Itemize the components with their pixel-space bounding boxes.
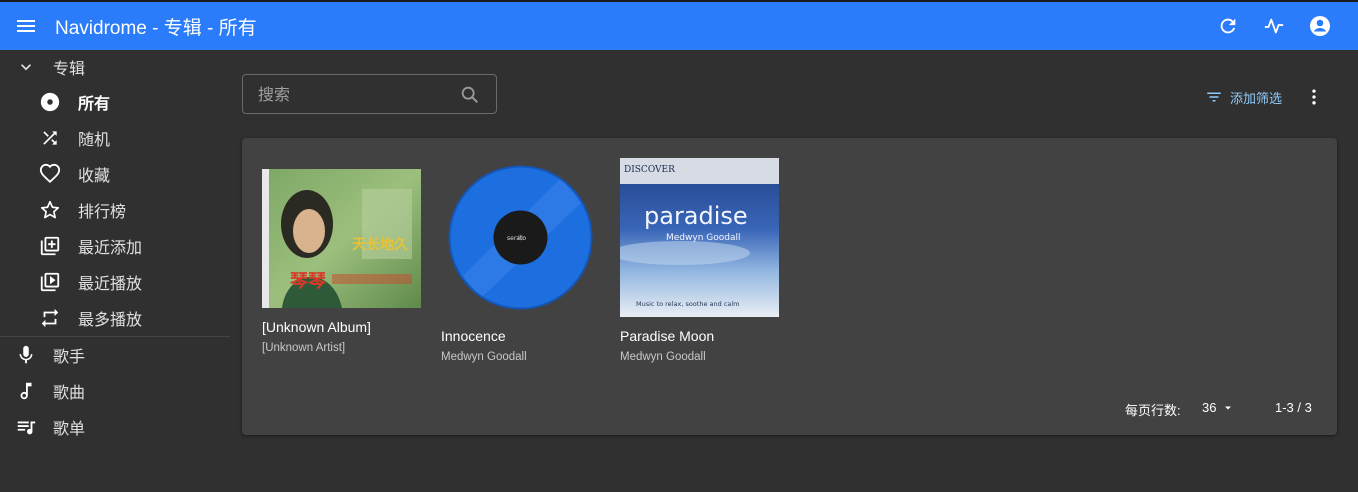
album-title[interactable]: Innocence [441,328,600,344]
sidebar-item-label: 最近添加 [78,238,143,257]
cover-artist: Medwyn Goodall [666,233,740,243]
sidebar-item-playlists[interactable]: 歌单 [0,409,230,445]
sidebar-item-top-rated[interactable]: 排行榜 [0,192,230,228]
album-artist[interactable]: Medwyn Goodall [441,351,600,363]
svg-text:天长地久: 天长地久 [352,236,409,253]
sidebar-item-label: 专辑 [53,59,86,78]
album-grid: 天长地久 琴琴 [Unknown Album] [Unknown Artist]… [242,138,1337,435]
add-filter-label: 添加筛选 [1230,91,1283,107]
sidebar-item-albums[interactable]: 专辑 [0,50,230,84]
sidebar-item-random[interactable]: 随机 [0,120,230,156]
rows-per-page-select[interactable]: 36 [1202,400,1234,415]
menu-icon[interactable] [13,13,39,39]
sidebar-item-recently-added[interactable]: 最近添加 [0,228,230,264]
sidebar-item-all[interactable]: 所有 [0,84,230,120]
search-box [242,74,497,114]
sidebar-item-artists[interactable]: 歌手 [0,337,230,373]
sidebar-item-most-played[interactable]: 最多播放 [0,300,230,336]
album-cover[interactable]: serato [441,158,600,317]
star-icon [38,198,62,222]
sidebar-item-label: 随机 [78,130,111,149]
sidebar-item-recently-played[interactable]: 最近播放 [0,264,230,300]
activity-icon[interactable] [1260,12,1288,40]
album-artist[interactable]: [Unknown Artist] [262,342,421,354]
heart-icon [38,162,62,186]
repeat-icon [38,306,62,330]
more-options-icon[interactable] [1302,85,1326,109]
album-card[interactable]: DISCOVER paradise Medwyn Goodall Music t… [620,158,779,363]
search-icon[interactable] [458,83,482,107]
filter-icon [1205,88,1223,106]
app-bar: Navidrome - 专辑 - 所有 [0,0,1358,50]
search-input[interactable] [256,83,450,105]
cover-title: paradise [644,202,748,230]
sidebar: 专辑 所有 随机 收藏 排行榜 最近添加 最近播放 最多播放 歌手 歌曲 歌单 [0,50,230,445]
svg-text:琴琴: 琴琴 [290,271,326,292]
page-title: Navidrome - 专辑 - 所有 [55,17,257,39]
album-title[interactable]: Paradise Moon [620,328,779,344]
album-disc-icon [38,90,62,114]
rows-per-page-label: 每页行数: [1125,403,1181,418]
serato-label: serato [507,235,526,242]
sidebar-item-label: 收藏 [78,166,111,185]
video-library-icon [38,270,62,294]
library-add-icon [38,234,62,258]
sidebar-item-label: 最近播放 [78,274,143,293]
sidebar-item-label: 歌手 [53,347,86,366]
account-icon[interactable] [1306,12,1334,40]
shuffle-icon [38,126,62,150]
album-card[interactable]: 天长地久 琴琴 [Unknown Album] [Unknown Artist] [262,169,421,354]
music-note-icon [14,379,38,403]
chevron-down-icon [14,55,38,79]
album-card[interactable]: serato Innocence Medwyn Goodall [441,158,600,363]
rows-per-page-value: 36 [1202,400,1217,415]
album-cover[interactable]: DISCOVER paradise Medwyn Goodall Music t… [620,158,779,317]
sidebar-item-label: 最多播放 [78,310,143,329]
caret-down-icon [1222,402,1234,414]
sidebar-item-songs[interactable]: 歌曲 [0,373,230,409]
sidebar-item-label: 歌曲 [53,383,86,402]
microphone-icon [14,343,38,367]
album-title[interactable]: [Unknown Album] [262,319,421,335]
sidebar-item-label: 排行榜 [78,202,127,221]
album-artist[interactable]: Medwyn Goodall [620,351,779,363]
sidebar-item-label: 歌单 [53,419,86,438]
sidebar-item-favorites[interactable]: 收藏 [0,156,230,192]
sidebar-item-label: 所有 [78,94,111,113]
add-filter-button[interactable]: 添加筛选 [1205,86,1282,108]
page-range: 1-3 / 3 [1275,400,1312,415]
cover-tagline: Music to relax, soothe and calm [636,300,740,308]
album-cover[interactable]: 天长地久 琴琴 [262,169,421,308]
queue-music-icon [14,415,38,439]
cover-series: DISCOVER [624,165,675,175]
refresh-icon[interactable] [1214,12,1242,40]
